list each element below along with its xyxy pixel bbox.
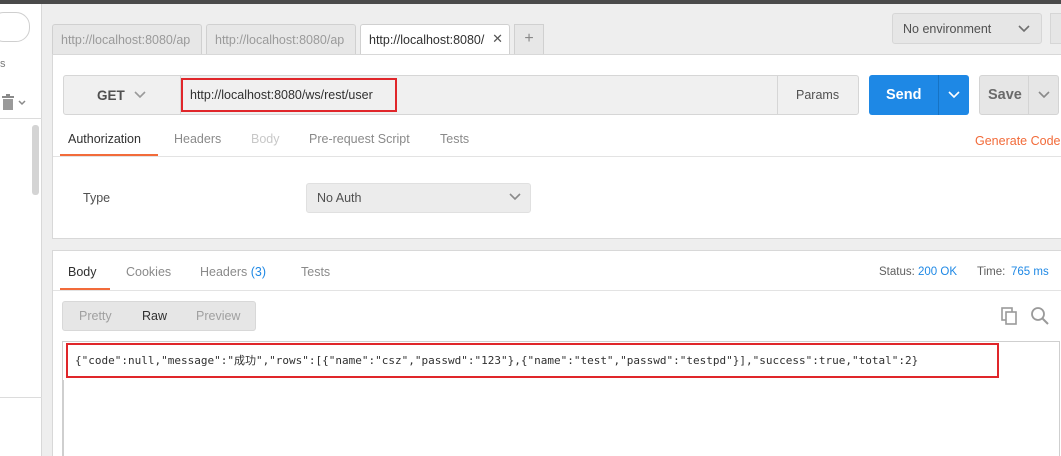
tab-label: http://localhost:8080/ap (215, 33, 345, 47)
sidebar (0, 4, 42, 456)
save-label[interactable]: Save (988, 87, 1022, 103)
tab-label: http://localhost:8080/ (369, 33, 485, 47)
view-pretty-button[interactable]: Pretty (79, 309, 112, 323)
sidebar-divider (0, 397, 42, 398)
divider (938, 75, 939, 115)
response-tab-cookies[interactable]: Cookies (126, 265, 171, 279)
status-value: 200 OK (918, 266, 957, 278)
chevron-down-icon (1018, 25, 1030, 33)
headers-tab-label: Headers (200, 265, 248, 279)
url-highlight-box (181, 78, 397, 112)
sidebar-partial-text: s (0, 58, 6, 70)
top-strip (0, 0, 1061, 4)
status-label: Status: (879, 266, 915, 278)
chevron-down-icon[interactable] (133, 88, 147, 102)
response-tab-headers[interactable]: Headers (3) (200, 265, 266, 279)
close-icon[interactable]: ✕ (489, 31, 503, 47)
tab-headers[interactable]: Headers (174, 132, 221, 146)
generate-code-link[interactable]: Generate Code (975, 134, 1060, 148)
divider (777, 76, 778, 114)
sidebar-scrollbar[interactable] (32, 125, 39, 195)
method-select[interactable]: GET (97, 88, 125, 103)
response-tab-tests[interactable]: Tests (301, 265, 330, 279)
search-icon[interactable] (1030, 306, 1050, 326)
copy-icon[interactable] (1000, 306, 1020, 326)
time-value: 765 ms (1011, 266, 1049, 278)
view-raw-button[interactable]: Raw (142, 309, 167, 323)
response-highlight-box (66, 343, 999, 378)
tab-authorization[interactable]: Authorization (68, 132, 141, 146)
divider (53, 156, 1061, 157)
request-tab-active[interactable]: http://localhost:8080/ ✕ (360, 24, 510, 55)
trash-icon[interactable] (2, 93, 28, 114)
response-tab-body[interactable]: Body (68, 265, 97, 279)
chevron-down-icon[interactable] (947, 88, 961, 102)
time-label: Time: (977, 266, 1006, 278)
tab-label: http://localhost:8080/ap (61, 33, 191, 47)
sidebar-search-input[interactable] (0, 12, 30, 42)
editor-gutter (63, 380, 64, 456)
add-tab-button[interactable]: + (514, 24, 544, 54)
headers-count-badge: (3) (250, 265, 267, 279)
tab-pre-request-script[interactable]: Pre-request Script (309, 132, 410, 146)
auth-type-label: Type (83, 191, 111, 205)
view-preview-button[interactable]: Preview (196, 309, 240, 323)
request-tab[interactable]: http://localhost:8080/ap (206, 24, 356, 54)
send-label[interactable]: Send (886, 87, 921, 103)
environment-select[interactable]: No environment (892, 13, 1042, 44)
divider (1028, 76, 1029, 114)
divider (53, 290, 1061, 291)
auth-type-value[interactable]: No Auth (317, 191, 361, 205)
environment-value: No environment (903, 22, 992, 36)
tab-body[interactable]: Body (251, 132, 280, 146)
params-button[interactable]: Params (796, 88, 839, 102)
chevron-down-icon[interactable] (508, 190, 522, 204)
environment-settings-button[interactable] (1050, 13, 1061, 44)
sidebar-divider (0, 118, 42, 119)
tab-tests[interactable]: Tests (440, 132, 469, 146)
chevron-down-icon[interactable] (1037, 88, 1051, 102)
request-tab[interactable]: http://localhost:8080/ap (52, 24, 202, 54)
